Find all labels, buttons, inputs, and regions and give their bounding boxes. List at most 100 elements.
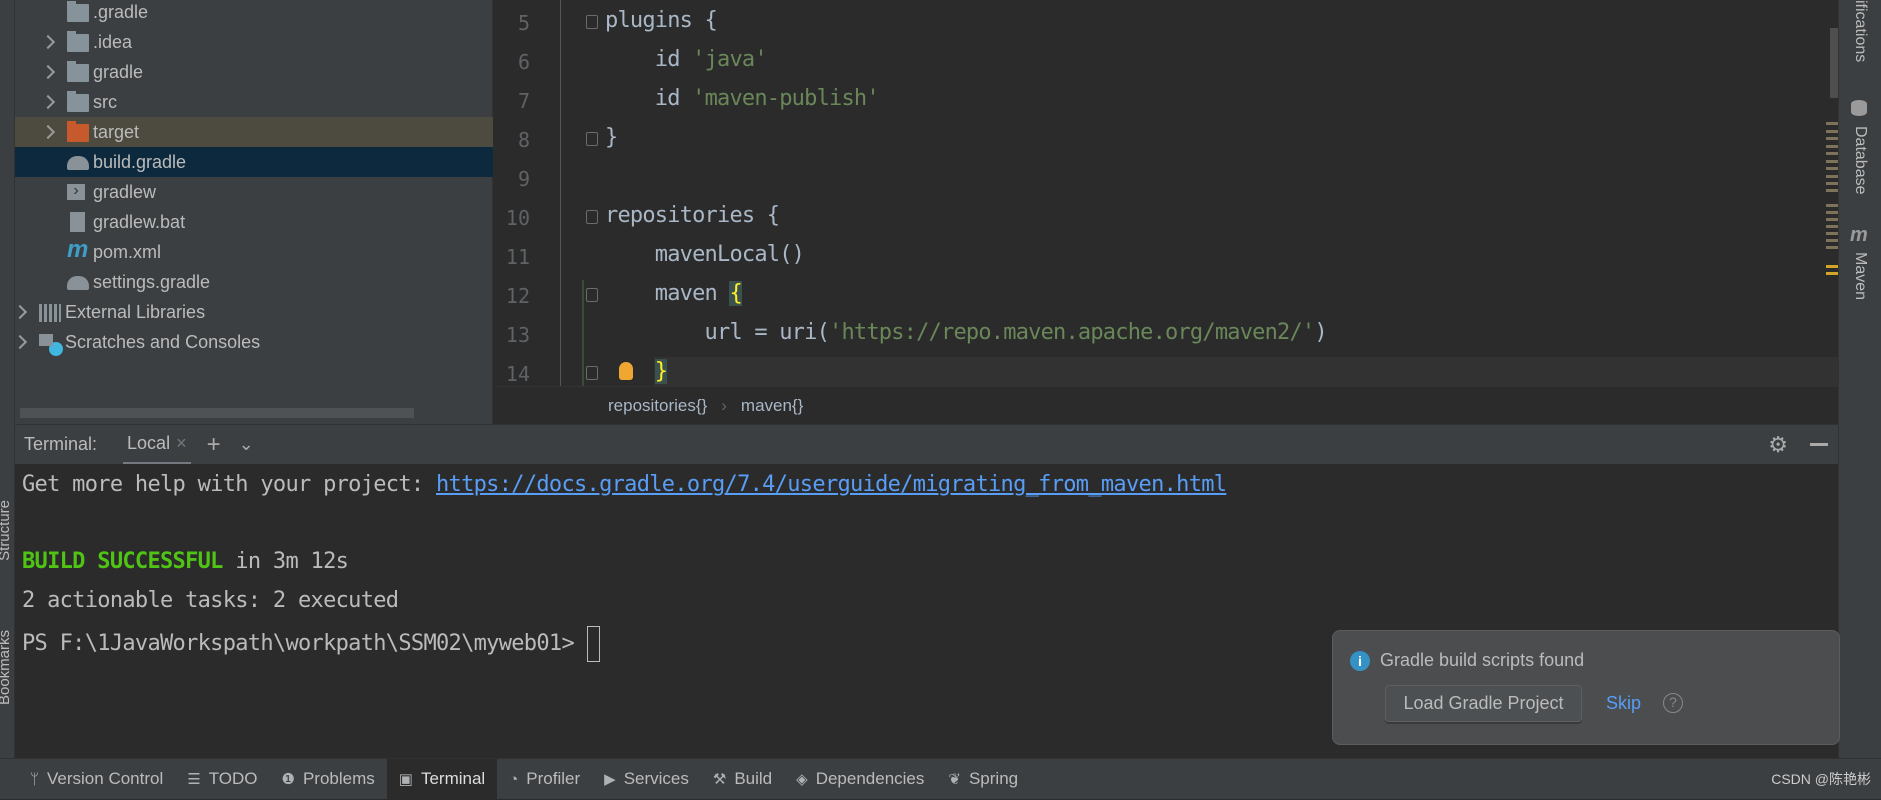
build-time: in 3m 12s — [222, 549, 349, 574]
chevron-right-icon[interactable] — [12, 334, 28, 350]
tree-item-label: src — [93, 91, 117, 112]
breadcrumb-maven[interactable]: maven{} — [741, 396, 803, 416]
toolwindow-label: Profiler — [526, 769, 581, 788]
right-tool-stripe: ifications Database m Maven — [1838, 0, 1881, 758]
gradle-notification: i Gradle build scripts found Load Gradle… — [1332, 630, 1840, 745]
gutter-divider — [560, 0, 561, 386]
code-line[interactable]: url = uri('https://repo.maven.apache.org… — [605, 320, 1328, 345]
toolwindow-label: Terminal — [420, 769, 486, 788]
terminal-line-help: Get more help with your project: https:/… — [22, 472, 1227, 497]
tree-item[interactable]: gradle — [15, 57, 493, 87]
chevron-right-icon[interactable] — [12, 304, 28, 320]
tree-item[interactable]: .gradle — [15, 0, 493, 27]
database-tab[interactable]: Database — [1851, 126, 1869, 195]
tree-item-label: External Libraries — [65, 301, 206, 322]
code-line[interactable]: mavenLocal() — [605, 242, 805, 267]
code-token: mavenLocal() — [605, 242, 805, 267]
project-horizontal-scrollbar[interactable] — [20, 408, 414, 418]
tree-item-label: settings.gradle — [93, 271, 211, 292]
terminal-title: Terminal: — [24, 434, 98, 454]
tree-item[interactable]: › gradlew — [15, 177, 493, 207]
toolwindow-profiler[interactable]: ◔ Profiler — [497, 759, 592, 800]
tree-item[interactable]: build.gradle — [15, 147, 493, 177]
scratches-icon — [39, 334, 63, 356]
chevron-right-icon[interactable] — [40, 124, 56, 140]
terminal-tab-local[interactable]: Local × — [123, 425, 191, 465]
tree-item[interactable]: settings.gradle — [15, 267, 493, 297]
fold-marker-icon[interactable] — [586, 132, 598, 146]
breadcrumb-repositories[interactable]: repositories{} — [608, 396, 707, 416]
structure-tab[interactable]: Structure — [0, 500, 13, 561]
chevron-right-icon[interactable] — [40, 34, 56, 50]
chevron-down-icon[interactable]: ⌄ — [239, 434, 254, 455]
help-icon[interactable]: ? — [1663, 693, 1683, 713]
tree-item[interactable]: gradlew.bat — [15, 207, 493, 237]
gear-icon[interactable]: ⚙ — [1768, 432, 1788, 458]
branch-icon: ᛘ — [30, 770, 40, 788]
tree-item[interactable]: m pom.xml — [15, 237, 493, 267]
toolwindow-dependencies[interactable]: ◈ Dependencies — [784, 759, 936, 800]
toolwindow-terminal[interactable]: ▣ Terminal — [386, 758, 498, 800]
code-token: id — [605, 86, 693, 111]
skip-link[interactable]: Skip — [1606, 693, 1641, 714]
line-number: 13 — [505, 323, 530, 347]
code-line[interactable]: id 'maven-publish' — [605, 86, 880, 111]
fold-marker-icon[interactable] — [586, 288, 598, 302]
toolwindow-version-control[interactable]: ᛘ Version Control — [18, 759, 175, 800]
code-token: ) — [1314, 320, 1327, 345]
code-token: url = uri( — [605, 320, 830, 345]
fold-marker-icon[interactable] — [586, 366, 598, 380]
fold-marker-icon[interactable] — [586, 210, 598, 224]
toolwindow-spring[interactable]: ❦ Spring — [936, 759, 1030, 800]
code-line[interactable]: } — [605, 359, 668, 384]
tree-item[interactable]: src — [15, 87, 493, 117]
prompt-text: PS F:\1JavaWorkspath\workpath\SSM02\mywe… — [22, 631, 587, 656]
minimize-icon[interactable] — [1810, 443, 1828, 446]
toolwindow-problems[interactable]: ❶ Problems — [270, 759, 387, 800]
toolwindow-label: Version Control — [47, 769, 164, 788]
toolwindow-label: Dependencies — [815, 769, 925, 788]
toolwindow-services[interactable]: ▶ Services — [592, 759, 701, 800]
load-gradle-project-button[interactable]: Load Gradle Project — [1385, 685, 1582, 722]
list-icon: ☰ — [187, 771, 201, 788]
bookmarks-tab[interactable]: Bookmarks — [0, 630, 13, 705]
tree-item-label: target — [93, 121, 140, 142]
tree-item[interactable]: External Libraries — [12, 297, 493, 327]
editor-scrollbar[interactable] — [1830, 28, 1838, 98]
tree-item[interactable]: Scratches and Consoles — [12, 327, 493, 357]
line-number: 9 — [517, 167, 530, 191]
chevron-right-icon[interactable] — [40, 64, 56, 80]
folder-icon — [67, 1, 89, 22]
tree-item-label: .idea — [93, 31, 133, 52]
tree-item-label: gradlew.bat — [93, 211, 186, 232]
code-line[interactable]: maven { — [605, 281, 743, 306]
close-icon[interactable]: × — [176, 433, 187, 454]
terminal-prompt[interactable]: PS F:\1JavaWorkspath\workpath\SSM02\mywe… — [22, 626, 600, 662]
gradle-elephant-icon — [67, 276, 89, 290]
toolwindow-label: TODO — [208, 769, 258, 788]
toolwindow-label: Problems — [302, 769, 375, 788]
tree-item[interactable]: target — [15, 117, 493, 147]
folder-icon — [67, 91, 89, 112]
toolwindow-todo[interactable]: ☰ TODO — [175, 759, 269, 800]
new-tab-plus-icon[interactable]: + — [207, 431, 221, 459]
code-line[interactable]: repositories { — [605, 203, 780, 228]
code-line[interactable]: } — [605, 125, 618, 150]
code-line[interactable]: plugins { — [605, 8, 718, 33]
profiler-icon: ◔ — [509, 770, 519, 788]
gradle-docs-link[interactable]: https://docs.gradle.org/7.4/userguide/mi… — [436, 472, 1227, 497]
line-number: 6 — [517, 50, 530, 74]
maven-tab[interactable]: Maven — [1851, 252, 1869, 300]
tree-item[interactable]: .idea — [15, 27, 493, 57]
terminal-header: Terminal: Local × + ⌄ ⚙ — [15, 424, 1838, 465]
code-editor[interactable]: 5 plugins {6 id 'java' 7 id 'maven-publish… — [494, 0, 1838, 386]
toolwindow-build[interactable]: ⚒ Build — [701, 759, 784, 800]
line-number: 11 — [505, 245, 530, 269]
chevron-right-icon[interactable] — [40, 94, 56, 110]
line-number: 5 — [517, 11, 530, 35]
notifications-tab[interactable]: ifications — [1851, 0, 1869, 62]
fold-marker-icon[interactable] — [586, 15, 598, 29]
bottom-tool-bar: ᛘ Version Control ☰ TODO ❶ Problems ▣ Terminal ◔… — [0, 758, 1881, 800]
code-line[interactable]: id 'java' — [605, 47, 768, 72]
